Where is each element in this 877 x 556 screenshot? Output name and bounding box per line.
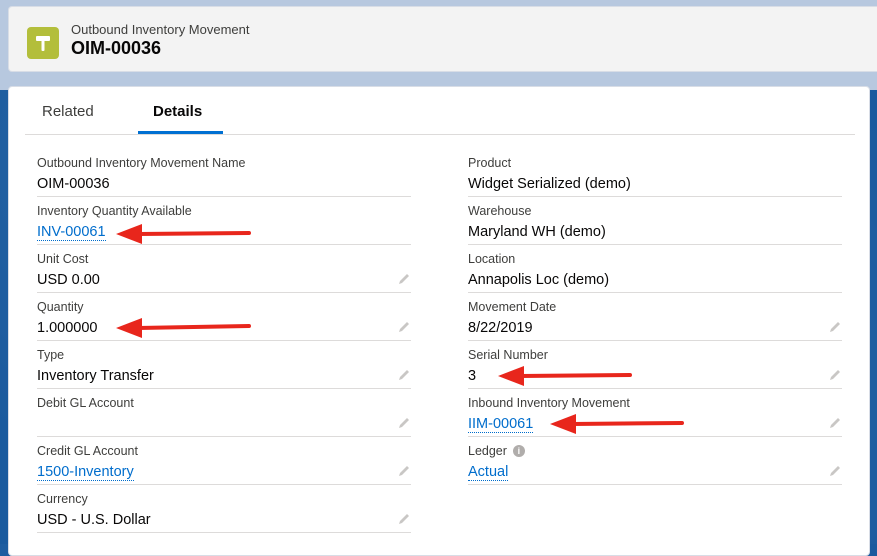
field-label: Warehouse (468, 204, 532, 218)
record-title: OIM-00036 (71, 38, 162, 58)
field-warehouse: Warehouse Maryland WH (demo) (468, 199, 842, 245)
field-value: USD - U.S. Dollar (37, 512, 151, 528)
edit-pencil-icon[interactable] (828, 416, 842, 430)
field-label: Ledger (468, 444, 507, 458)
edit-pencil-icon[interactable] (397, 464, 411, 478)
field-label: Debit GL Account (37, 396, 134, 410)
field-value: USD 0.00 (37, 272, 100, 288)
field-value: 1.000000 (37, 320, 98, 336)
field-label: Movement Date (468, 300, 557, 314)
hammer-icon (27, 27, 59, 59)
field-label: Outbound Inventory Movement Name (37, 156, 246, 170)
annotation-arrow (550, 414, 684, 434)
field-product: Product Widget Serialized (demo) (468, 151, 842, 197)
field-unit-cost: Unit Cost USD 0.00 (37, 247, 411, 293)
field-debit-gl-account: Debit GL Account (37, 391, 411, 437)
field-value: 3 (468, 368, 477, 384)
field-label: Inbound Inventory Movement (468, 396, 630, 410)
field-label: Inventory Quantity Available (37, 204, 192, 218)
field-label: Product (468, 156, 512, 170)
field-oim-name: Outbound Inventory Movement Name OIM-000… (37, 151, 411, 197)
field-value: Widget Serialized (demo) (468, 176, 631, 192)
field-type: Type Inventory Transfer (37, 343, 411, 389)
field-label: Quantity (37, 300, 84, 314)
record-object-type: Outbound Inventory Movement (71, 22, 250, 37)
tab-related[interactable]: Related (42, 103, 94, 120)
ledger-link[interactable]: Actual (468, 464, 509, 481)
annotation-arrow (498, 366, 632, 386)
tab-details[interactable]: Details (153, 103, 202, 120)
field-label: Unit Cost (37, 252, 89, 266)
field-value: 8/22/2019 (468, 320, 533, 336)
record-header: Outbound Inventory Movement OIM-00036 (8, 6, 877, 72)
field-movement-date: Movement Date 8/22/2019 (468, 295, 842, 341)
field-location: Location Annapolis Loc (demo) (468, 247, 842, 293)
field-value: Annapolis Loc (demo) (468, 272, 610, 288)
tab-bar: Related Details (25, 87, 855, 135)
edit-pencil-icon[interactable] (828, 368, 842, 382)
field-ledger: Ledger i Actual (468, 439, 842, 485)
edit-pencil-icon[interactable] (397, 368, 411, 382)
credit-gl-account-link[interactable]: 1500-Inventory (37, 464, 134, 481)
edit-pencil-icon[interactable] (397, 416, 411, 430)
field-credit-gl-account: Credit GL Account 1500-Inventory (37, 439, 411, 485)
annotation-arrow (116, 224, 251, 244)
field-value: OIM-00036 (37, 176, 110, 192)
edit-pencil-icon[interactable] (397, 512, 411, 526)
annotation-arrow (116, 318, 251, 338)
edit-pencil-icon[interactable] (828, 320, 842, 334)
info-icon[interactable]: i (512, 445, 525, 457)
field-currency: Currency USD - U.S. Dollar (37, 487, 411, 533)
field-label: Location (468, 252, 516, 266)
edit-pencil-icon[interactable] (397, 272, 411, 286)
field-label: Currency (37, 492, 88, 506)
active-tab-indicator (138, 131, 223, 134)
field-label: Credit GL Account (37, 444, 138, 458)
field-value: Inventory Transfer (37, 368, 154, 384)
inbound-movement-link[interactable]: IIM-00061 (468, 416, 534, 433)
field-label: Serial Number (468, 348, 548, 362)
field-label: Type (37, 348, 65, 362)
inventory-link[interactable]: INV-00061 (37, 224, 106, 241)
field-value: Maryland WH (demo) (468, 224, 606, 240)
edit-pencil-icon[interactable] (828, 464, 842, 478)
edit-pencil-icon[interactable] (397, 320, 411, 334)
